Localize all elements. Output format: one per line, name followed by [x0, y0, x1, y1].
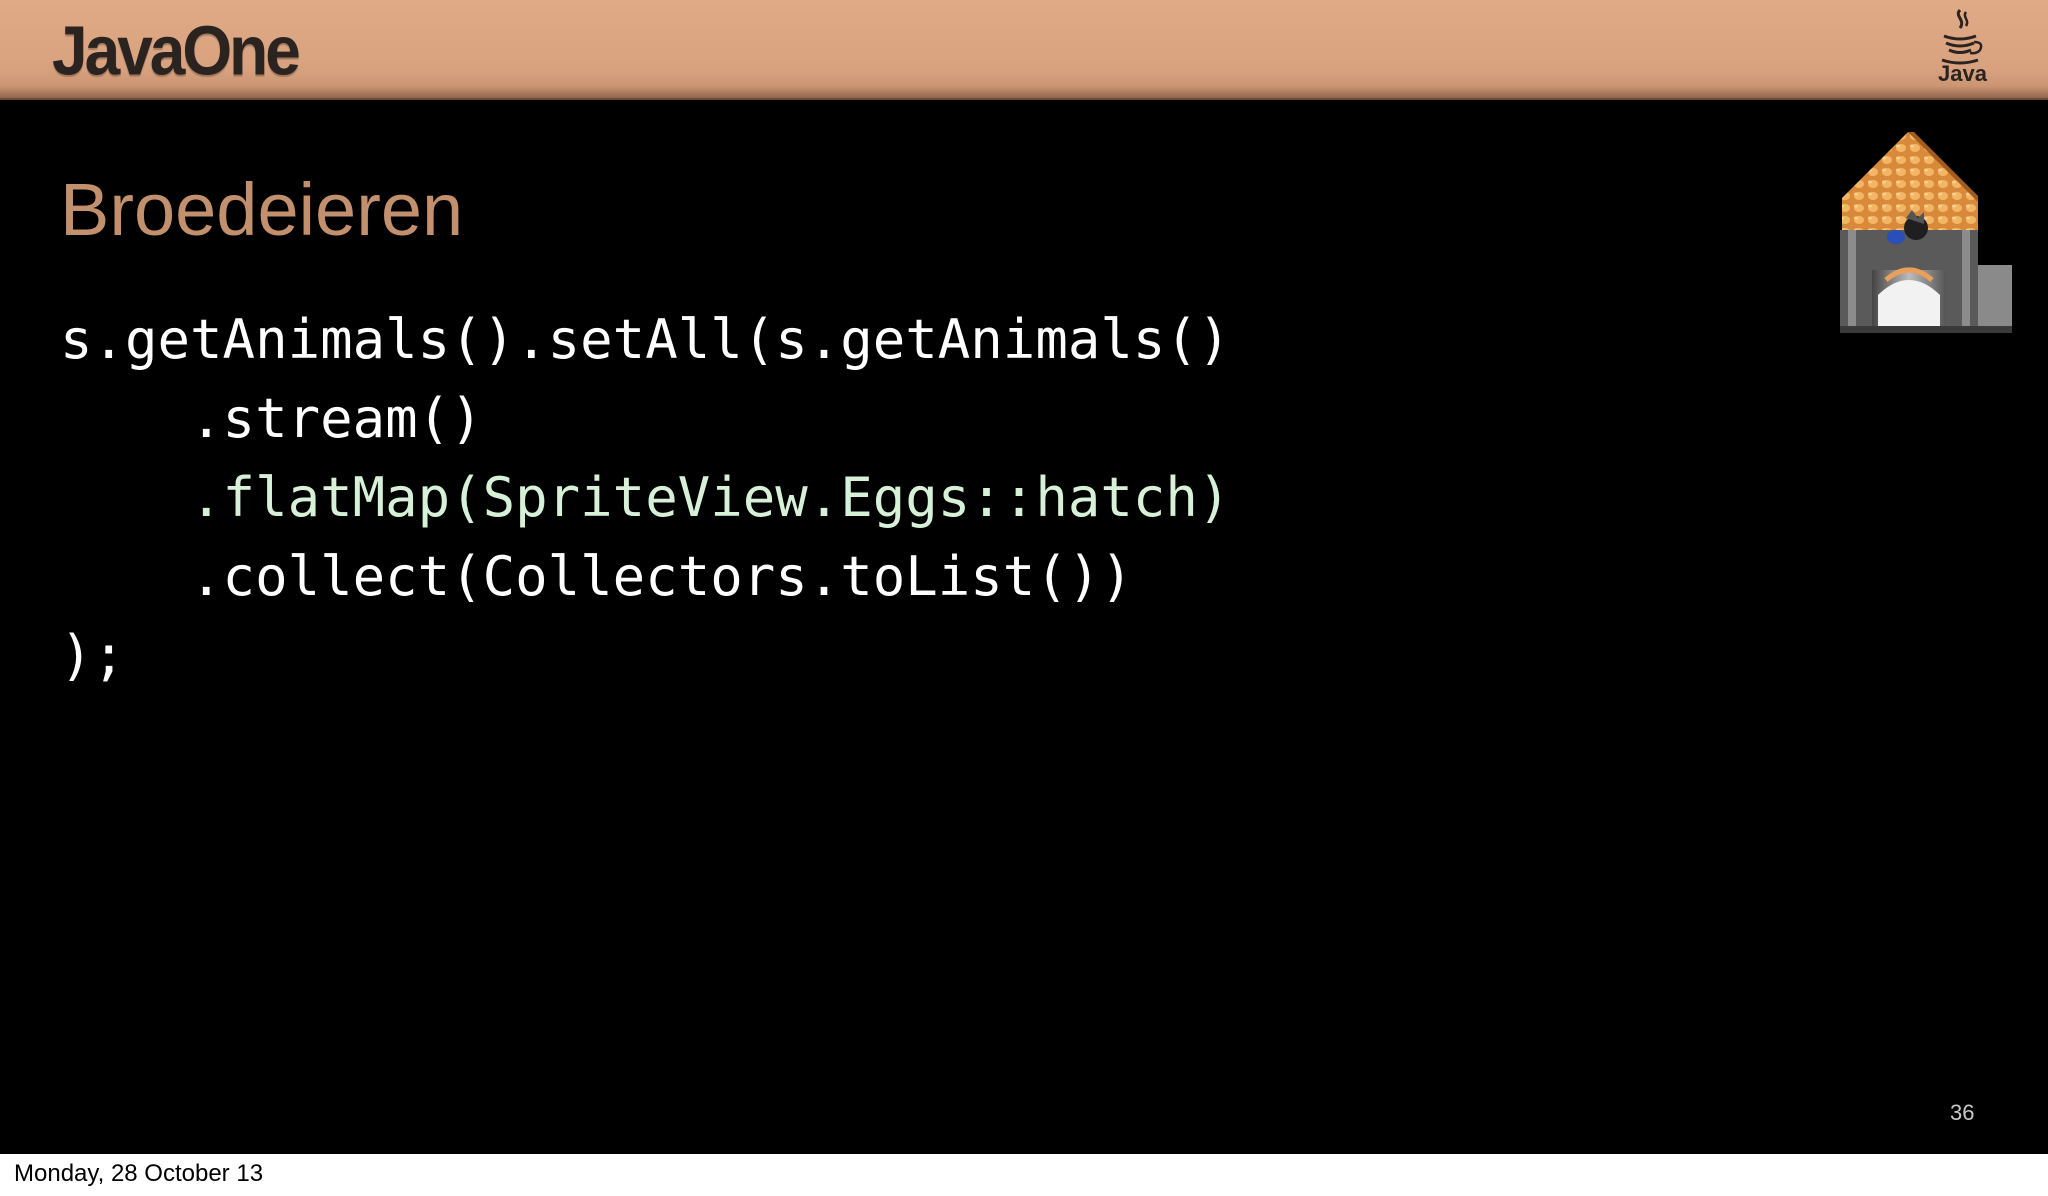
slide: JavaOne Java Broedeieren s.getAnimals().…	[0, 0, 2048, 1154]
java-wordmark: Java	[1938, 61, 1987, 86]
footer-date: Monday, 28 October 13	[14, 1160, 264, 1187]
chicken-coop-image	[1838, 130, 2014, 335]
slide-title: Broedeieren	[60, 168, 464, 251]
code-line: .collect(Collectors.toList())	[60, 545, 1133, 608]
code-line-highlighted: .flatMap(SpriteView.Eggs::hatch)	[60, 466, 1231, 529]
brand-logo: JavaOne	[52, 11, 301, 90]
code-line: .stream()	[60, 387, 483, 450]
page-number: 36	[1950, 1100, 1975, 1125]
code-line: s.getAnimals().setAll(s.getAnimals()	[60, 308, 1231, 371]
code-block: s.getAnimals().setAll(s.getAnimals() .st…	[60, 300, 1230, 695]
header-shadow	[0, 86, 2048, 100]
header-band: JavaOne Java	[0, 0, 2048, 100]
code-line: );	[60, 624, 126, 687]
